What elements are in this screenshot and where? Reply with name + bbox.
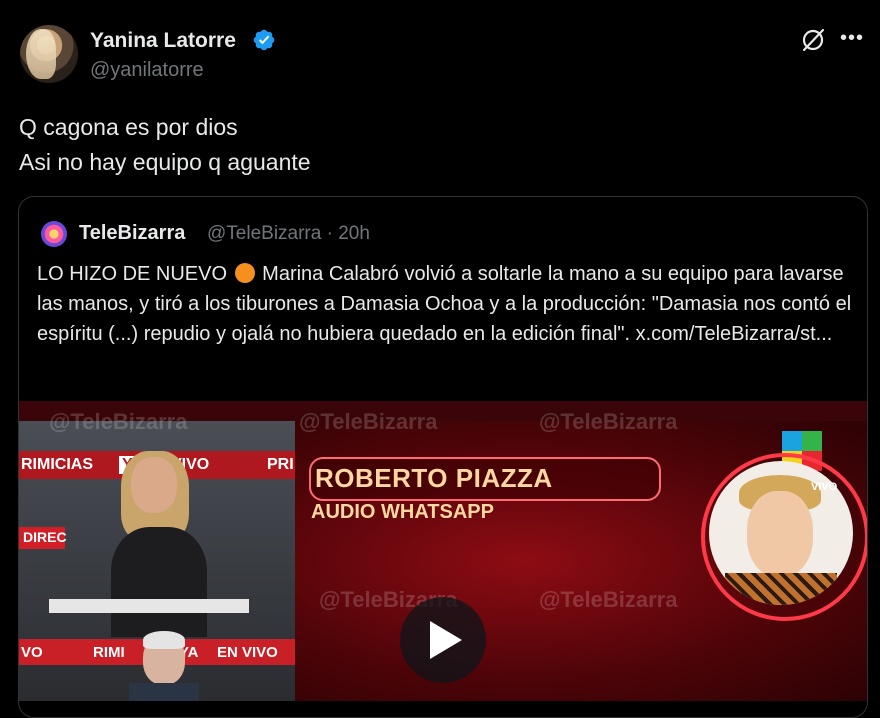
quoted-tweet-card[interactable]: TeleBizarra @TeleBizarra · 20h LO HIZO D… — [18, 196, 868, 718]
graphic-subtitle: AUDIO WHATSAPP — [311, 501, 494, 523]
guest-figure — [129, 631, 199, 701]
tweet-text: Q cagona es por dios Asi no hay equipo q… — [19, 110, 311, 180]
orange-circle-emoji-icon — [234, 263, 255, 283]
quote-author-name[interactable]: TeleBizarra — [79, 222, 185, 245]
watermark: @TeleBizarra — [539, 587, 678, 612]
video-thumbnail[interactable]: RIMICIAS YA N VIVO PRI DIREC VO RIMI YA … — [19, 401, 867, 701]
directo-label: DIREC — [19, 527, 67, 549]
studio-scene: RIMICIAS YA N VIVO PRI DIREC VO RIMI YA … — [19, 421, 295, 701]
quote-author-handle[interactable]: @TeleBizarra · 20h — [207, 223, 370, 245]
watermark: @TeleBizarra — [49, 409, 188, 434]
play-icon — [430, 621, 462, 659]
watermark: @TeleBizarra — [539, 409, 678, 434]
author-avatar[interactable] — [20, 25, 78, 83]
quote-text: LO HIZO DE NUEVO Marina Calabró volvió a… — [37, 259, 857, 349]
quote-author-avatar[interactable] — [41, 221, 67, 247]
tweet-text-line-2: Asi no hay equipo q aguante — [19, 149, 311, 175]
tweet-text-line-1: Q cagona es por dios — [19, 114, 238, 140]
more-options-icon[interactable]: ••• — [840, 27, 864, 50]
quote-text-headline: LO HIZO DE NUEVO — [37, 263, 228, 285]
grok-icon[interactable] — [800, 27, 826, 53]
author-handle[interactable]: @yanilatorre — [90, 59, 204, 82]
live-badge: VIVO — [811, 481, 838, 493]
watermark: @TeleBizarra — [299, 409, 438, 434]
verified-badge-icon — [253, 29, 275, 51]
play-button[interactable] — [400, 597, 486, 683]
graphic-title: ROBERTO PIAZZA — [315, 463, 553, 493]
author-name[interactable]: Yanina Latorre — [90, 29, 236, 53]
